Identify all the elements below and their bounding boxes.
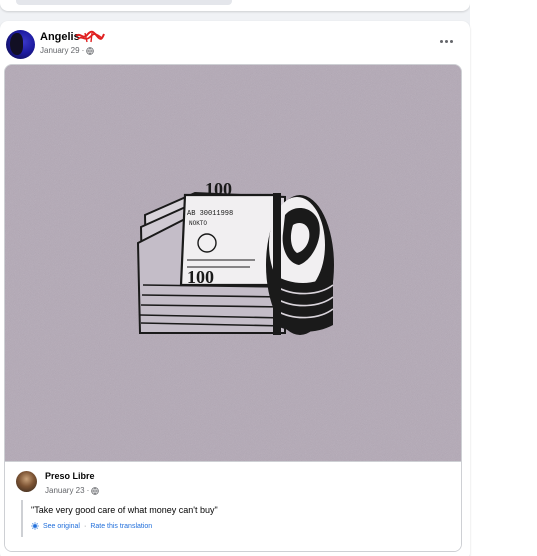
original-post-meta: January 23 · (45, 486, 100, 495)
bill-top-denomination: 100 (205, 179, 232, 199)
feed-page: Angelis January 29 · 100 AB 30011998 NOK… (0, 0, 537, 556)
original-post-date[interactable]: January 23 (45, 486, 85, 495)
post-card: Angelis January 29 · 100 AB 30011998 NOK… (0, 21, 470, 556)
globe-icon (86, 46, 95, 55)
more-options-button[interactable] (434, 34, 458, 48)
post-date[interactable]: January 29 (40, 46, 80, 55)
bill-seal-text: NOKTO (189, 220, 207, 227)
translation-row: See original · Rate this translation (31, 522, 152, 530)
original-author-name[interactable]: Preso Libre (45, 471, 95, 481)
right-rail (470, 0, 537, 556)
quote-block: "Take very good care of what money can't… (21, 500, 443, 537)
redaction-scribble (75, 30, 105, 43)
globe-icon (91, 486, 100, 495)
bill-bottom-denomination: 100 (187, 267, 214, 287)
shared-image[interactable]: 100 AB 30011998 NOKTO 100 (5, 65, 461, 461)
previous-post-card (0, 0, 470, 11)
original-author-avatar[interactable] (16, 471, 37, 492)
original-post: Preso Libre January 23 · "Take very good… (5, 461, 461, 551)
rate-translation-link[interactable]: Rate this translation (90, 523, 152, 530)
see-original-link[interactable]: See original (43, 523, 80, 530)
translation-separator: · (83, 522, 87, 530)
translate-icon (31, 522, 39, 530)
post-meta: January 29 · (40, 46, 95, 55)
bill-serial: AB 30011998 (187, 210, 233, 218)
author-name[interactable]: Angelis (40, 31, 80, 43)
author-avatar[interactable] (6, 30, 35, 59)
post-quote: "Take very good care of what money can't… (31, 505, 218, 515)
more-options-icon (439, 39, 443, 43)
avatar-silhouette (10, 33, 23, 55)
previous-post-placeholder (16, 0, 232, 5)
shared-post-frame: 100 AB 30011998 NOKTO 100 Preso Libre Ja… (4, 64, 462, 552)
rolled-money-illustration: 100 AB 30011998 NOKTO 100 (136, 179, 334, 335)
